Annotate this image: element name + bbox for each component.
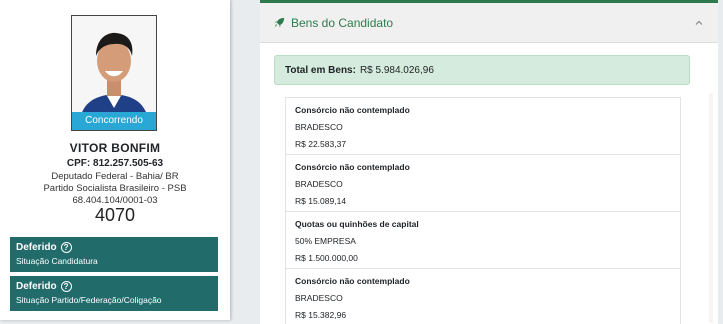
candidate-position: Deputado Federal - Bahia/ BR — [51, 171, 179, 182]
asset-institution: BRADESCO — [295, 179, 343, 189]
assets-panel: Bens do Candidato Total em Bens: R$ 5.98… — [260, 0, 718, 324]
party-status-box: Deferido ? Situação Partido/Federação/Co… — [10, 276, 218, 311]
candidacy-status-ribbon: Concorrendo — [72, 112, 156, 130]
list-item: Consórcio não contemplado BRADESCO R$ 15… — [286, 155, 680, 212]
status-title: Deferido — [16, 281, 57, 292]
asset-type: Quotas ou quinhões de capital — [295, 219, 419, 229]
candidate-photo: Concorrendo — [71, 15, 157, 131]
candidate-party: Partido Socialista Brasileiro - PSB — [43, 183, 187, 194]
assets-scrollbar[interactable] — [709, 93, 713, 323]
list-item: Quotas ou quinhões de capital 50% EMPRES… — [286, 212, 680, 269]
list-item: Consórcio não contemplado BRADESCO R$ 22… — [286, 98, 680, 155]
candidate-cpf: CPF: 812.257.505-63 — [66, 158, 164, 169]
assets-panel-header[interactable]: Bens do Candidato — [260, 3, 718, 43]
status-subtitle: Situação Candidatura — [16, 256, 98, 266]
status-title: Deferido — [16, 242, 57, 253]
candidate-name: VITOR BONFIM — [69, 141, 161, 155]
asset-type: Consórcio não contemplado — [295, 105, 410, 115]
assets-panel-title: Bens do Candidato — [291, 15, 394, 30]
candidate-number: 4070 — [94, 205, 136, 225]
assets-list: Consórcio não contemplado BRADESCO R$ 22… — [285, 97, 681, 324]
total-assets-label: Total em Bens: — [285, 64, 356, 76]
asset-institution: BRADESCO — [295, 122, 343, 132]
asset-type: Consórcio não contemplado — [295, 162, 410, 172]
asset-value: R$ 1.500.000,00 — [295, 253, 358, 263]
candidacy-status-box: Deferido ? Situação Candidatura — [10, 237, 218, 272]
asset-value: R$ 22.583,37 — [295, 139, 347, 149]
question-circle-icon[interactable]: ? — [60, 281, 72, 292]
rocket-icon — [274, 17, 285, 28]
total-assets-box: Total em Bens: R$ 5.984.026,96 — [274, 55, 690, 85]
list-item: Consórcio não contemplado BRADESCO R$ 15… — [286, 269, 680, 324]
candidate-card: Concorrendo VITOR BONFIM CPF: 812.257.50… — [0, 0, 230, 320]
asset-institution: BRADESCO — [295, 293, 343, 303]
asset-institution: 50% EMPRESA — [295, 236, 356, 246]
question-circle-icon[interactable]: ? — [60, 242, 72, 253]
asset-value: R$ 15.382,96 — [295, 310, 347, 320]
status-subtitle: Situação Partido/Federação/Coligação — [16, 295, 162, 305]
asset-type: Consórcio não contemplado — [295, 276, 410, 286]
asset-value: R$ 15.089,14 — [295, 196, 347, 206]
total-assets-value: R$ 5.984.026,96 — [359, 64, 434, 76]
chevron-up-icon[interactable] — [694, 18, 704, 28]
